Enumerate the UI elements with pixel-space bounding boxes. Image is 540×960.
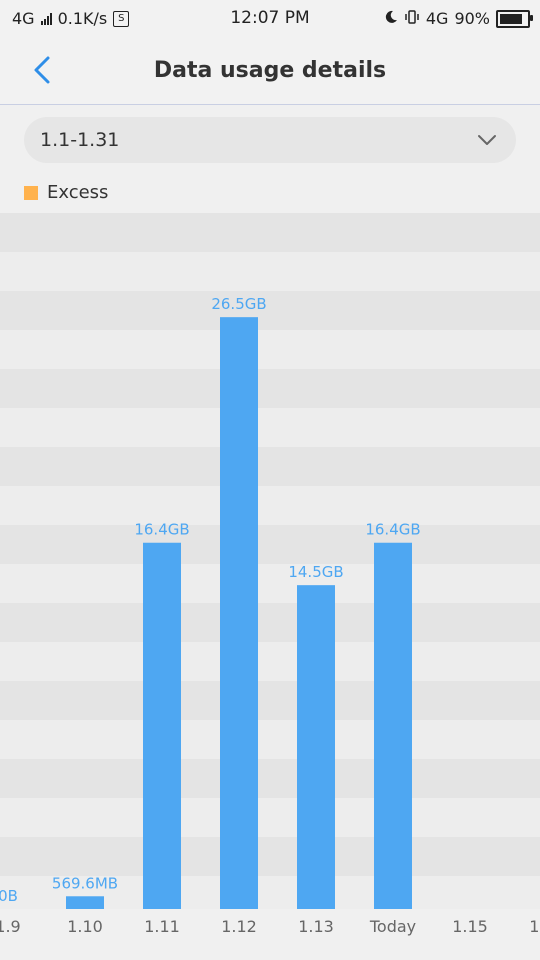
grid-band (0, 330, 540, 369)
chart-bar (220, 317, 258, 910)
grid-band (0, 213, 540, 252)
x-tick-label: 1.10 (67, 917, 103, 936)
usage-bar-chart[interactable]: 0B 1.9 569.6MB 1.10 16.4GB 1.11 26.5GB 1.12 14.5… (0, 213, 540, 960)
grid-band (0, 759, 540, 798)
vibrate-icon (404, 9, 420, 28)
x-tick-label: 1.16 (529, 917, 540, 936)
date-range-value: 1.1-1.31 (40, 129, 120, 151)
legend-label: Excess (47, 182, 109, 203)
chart-legend: Excess (24, 182, 108, 203)
page-title: Data usage details (153, 58, 387, 83)
grid-band (0, 720, 540, 759)
lte-label: 4G (425, 9, 449, 28)
x-tick-label: 1.15 (452, 917, 488, 936)
grid-band (0, 681, 540, 720)
grid-band (0, 252, 540, 291)
moon-icon (384, 9, 398, 28)
chart-bar (143, 542, 181, 909)
chevron-down-icon (476, 129, 498, 155)
x-tick-label: Today (369, 917, 416, 936)
grid-band (0, 447, 540, 486)
bar-value-label: 16.4GB (134, 521, 189, 539)
grid-band (0, 837, 540, 876)
grid-band (0, 564, 540, 603)
bar-value-label: 569.6MB (52, 874, 118, 892)
x-tick-label: 1.11 (144, 917, 180, 936)
chart-bar (66, 896, 104, 909)
grid-band (0, 486, 540, 525)
date-range-dropdown[interactable]: 1.1-1.31 (24, 117, 516, 163)
x-tick-label: 1.13 (298, 917, 334, 936)
app-header: Data usage details (0, 38, 540, 105)
grid-band (0, 798, 540, 837)
bar-value-label: 14.5GB (288, 563, 343, 581)
battery-icon (496, 9, 533, 28)
grid-band (0, 408, 540, 447)
grid-band (0, 291, 540, 330)
chart-bar (374, 542, 412, 909)
grid-band (0, 525, 540, 564)
bar-value-label: 26.5GB (211, 295, 266, 313)
battery-percent: 90% (454, 9, 490, 28)
grid-band (0, 603, 540, 642)
grid-band (0, 369, 540, 408)
status-bar: 4G 0.1K/s S 12:07 PM 4G 90% (0, 0, 540, 38)
x-tick-label: 1.12 (221, 917, 257, 936)
status-right: 4G 90% (384, 9, 533, 28)
x-tick-label: 1.9 (0, 917, 21, 936)
bar-value-label: 16.4GB (365, 521, 420, 539)
chart-bar (297, 585, 335, 909)
bar-value-label: 0B (0, 887, 18, 905)
grid-band (0, 642, 540, 681)
legend-swatch (24, 185, 38, 200)
